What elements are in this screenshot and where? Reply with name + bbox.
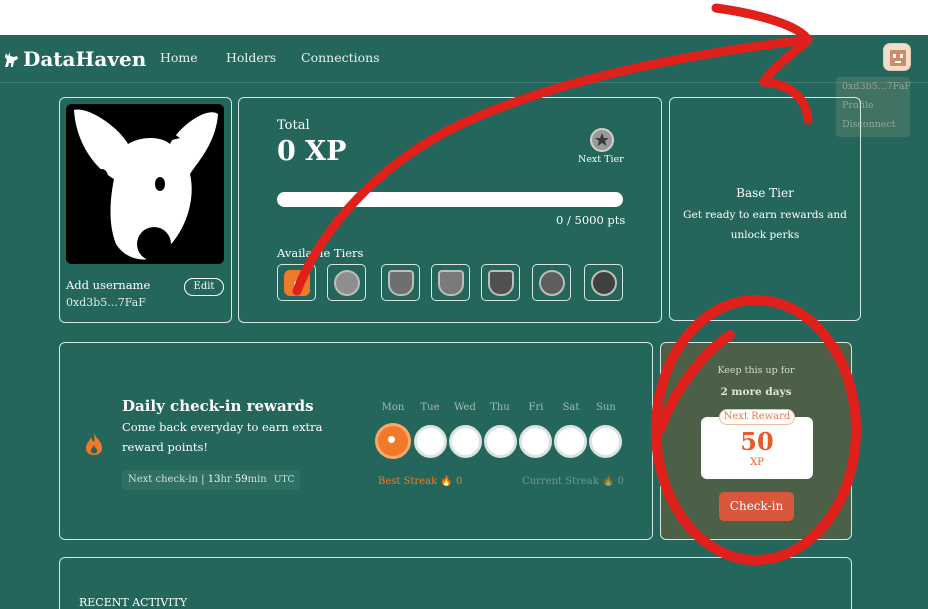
keep-up-text: Keep this up for [717, 365, 795, 376]
nav-connections[interactable]: Connections [301, 50, 380, 65]
tier-slot-5[interactable] [481, 264, 520, 301]
flame-icon [86, 433, 102, 455]
shield-icon [387, 269, 414, 296]
day-circle-wed [449, 425, 482, 458]
next-tier-medal-icon [590, 128, 614, 152]
tier-slot-2[interactable] [327, 264, 366, 301]
day-label-sat: Sat [562, 402, 580, 413]
recent-activity-title: RECENT ACTIVITY [79, 596, 188, 609]
recent-activity-card: RECENT ACTIVITY [59, 557, 852, 609]
crest-shield-icon [437, 269, 464, 296]
day-label-mon: Mon [381, 402, 405, 413]
xp-card: Total 0 XP Next Tier 0 / 5000 pts Availa… [238, 97, 662, 323]
star-medal-icon [333, 269, 360, 296]
available-tiers-label: Available Tiers [277, 246, 364, 260]
daily-title: Daily check-in rewards [122, 397, 314, 415]
day-label-fri: Fri [528, 402, 544, 413]
profile-image [66, 104, 224, 264]
day-circle-sat [554, 425, 587, 458]
best-streak-value: 0 [456, 476, 463, 487]
profile-address: 0xd3b5...7FaF [66, 296, 146, 309]
day-label-tue: Tue [420, 402, 440, 413]
daily-checkin-card: Daily check-in rewards Come back everyda… [59, 342, 653, 540]
next-checkin-hours: 13 [207, 474, 221, 485]
top-navbar: DataHaven Home Holders Connections [0, 35, 928, 83]
day-label-wed: Wed [454, 402, 476, 413]
dropdown-address: 0xd3b5...7FaF [842, 81, 911, 92]
checkin-button[interactable]: Check-in [719, 492, 794, 521]
tier-slot-7[interactable] [584, 264, 623, 301]
total-xp-value: 0 XP [277, 136, 347, 167]
current-streak-flame-icon: 🔥 [601, 476, 615, 487]
base-tier-title: Base Tier [736, 186, 794, 200]
next-checkin-minutes: 59 [234, 474, 248, 485]
day-label-thu: Thu [490, 402, 510, 413]
day-circle-mon [375, 423, 411, 459]
hours-unit: hr [220, 474, 232, 485]
reward-value: 50 [740, 427, 774, 456]
edit-username-button[interactable]: Edit [184, 278, 224, 296]
base-tier-description: Get ready to earn rewards and unlock per… [683, 209, 847, 241]
xp-progress-text: 0 / 5000 pts [556, 213, 626, 227]
next-reward-label: Next Reward [719, 409, 795, 425]
day-label-sun: Sun [596, 402, 616, 413]
username-label[interactable]: Add username [66, 278, 150, 292]
app-window: DataHaven Home Holders Connections 0xd3b… [0, 35, 928, 609]
day-circle-tue [414, 425, 447, 458]
best-streak: Best Streak 🔥 0 [378, 476, 462, 487]
nav-holders[interactable]: Holders [226, 50, 276, 65]
timezone-label: UTC [273, 475, 295, 485]
banner-shield-icon [487, 269, 514, 296]
day-circle-fri [519, 425, 552, 458]
reward-unit: XP [750, 457, 764, 468]
nav-home[interactable]: Home [160, 50, 198, 65]
next-tier-label: Next Tier [578, 154, 624, 165]
next-checkin-timer: Next check-in | 13hr 59min UTC [122, 470, 301, 490]
xp-progress-bar [277, 192, 623, 207]
minutes-unit: min [247, 474, 267, 485]
total-label: Total [277, 118, 310, 133]
brand-name: DataHaven [23, 47, 147, 71]
dog-avatar-icon [66, 104, 224, 264]
next-reward-box: Next Reward 50 XP [701, 409, 813, 479]
reward-card: Keep this up for 2 more days Next Reward… [660, 342, 852, 540]
next-checkin-label: Next check-in | [128, 474, 205, 485]
base-tier-card: Base Tier Get ready to earn rewards and … [669, 97, 861, 321]
current-streak-label: Current Streak [522, 476, 599, 487]
tier-slot-6[interactable] [532, 264, 571, 301]
current-tier-badge: 0 [293, 278, 300, 289]
tier-slot-1[interactable]: 0 [277, 264, 316, 301]
current-streak-value: 0 [617, 476, 624, 487]
deer-logo-icon [5, 52, 18, 67]
tier-slot-4[interactable] [431, 264, 470, 301]
round-emblem-icon [538, 269, 565, 296]
profile-card: Add username Edit 0xd3b5...7FaF [59, 97, 232, 323]
brand-logo[interactable]: DataHaven [2, 47, 146, 71]
day-circle-sun [589, 425, 622, 458]
best-streak-label: Best Streak [378, 476, 438, 487]
daily-subtitle: Come back everyday to earn extra reward … [122, 420, 323, 454]
current-streak: Current Streak 🔥 0 [522, 476, 624, 487]
best-streak-flame-icon: 🔥 [440, 476, 453, 487]
pixel-avatar-icon [890, 50, 906, 66]
flame-badge-icon: 0 [283, 269, 310, 296]
account-avatar[interactable] [883, 43, 911, 71]
winged-emblem-icon [590, 269, 617, 296]
more-days-text: 2 more days [720, 386, 792, 398]
day-circle-thu [484, 425, 517, 458]
tier-slot-3[interactable] [381, 264, 420, 301]
